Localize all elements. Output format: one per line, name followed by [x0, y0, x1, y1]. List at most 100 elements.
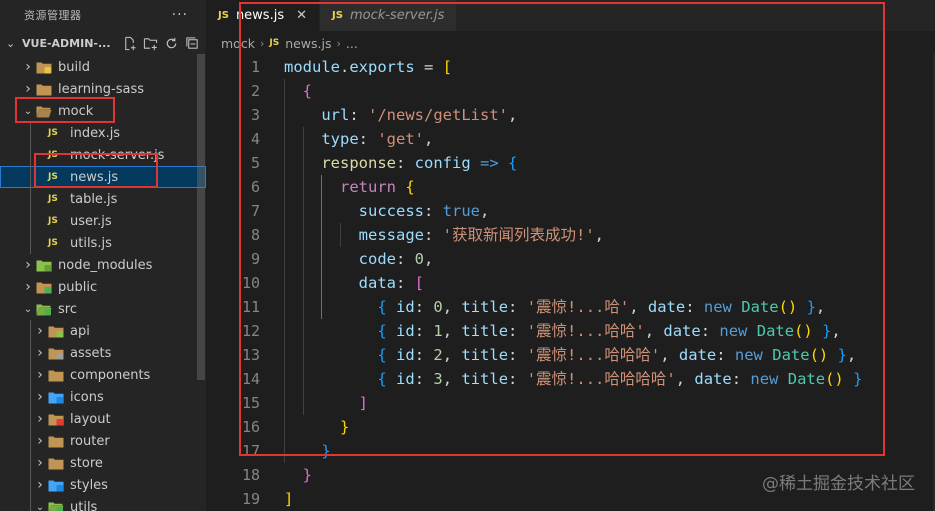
tree-item-label: utils	[70, 499, 98, 511]
code-token: ,	[831, 322, 841, 340]
chevron-down-icon: ⌄	[23, 303, 33, 315]
close-icon[interactable]: ✕	[296, 8, 307, 23]
folder-item-build[interactable]: › build	[0, 56, 206, 78]
folder-item-src[interactable]: ⌄ src	[0, 298, 206, 320]
code-line: response: config => {	[284, 151, 517, 175]
folder-item-learning-sass[interactable]: › learning-sass	[0, 78, 206, 100]
code-token: '震惊!...哈哈'	[526, 322, 645, 340]
code-token: id	[396, 298, 415, 316]
more-actions-icon[interactable]: ···	[172, 7, 188, 23]
js-file-icon: JS	[48, 150, 58, 160]
code-token: type	[321, 130, 359, 148]
breadcrumb-folder[interactable]: mock	[221, 36, 255, 51]
line-number: 13	[241, 346, 260, 364]
code-token: 0	[414, 250, 424, 268]
new-folder-icon[interactable]	[140, 35, 160, 51]
tree-item-label: router	[70, 433, 110, 449]
file-tree: › build › learning-sass ⌄ mock JS index.js JS moc…	[0, 56, 206, 511]
code-line: { id: 1, title: '震惊!...哈哈', date: new Da…	[284, 319, 841, 343]
code-token: ,	[442, 322, 462, 340]
code-token: Date	[772, 346, 810, 364]
chevron-right-icon: ›	[25, 257, 31, 273]
js-file-icon: JS	[332, 10, 343, 21]
code-line: message: '获取新闻列表成功!',	[284, 223, 604, 247]
tree-item-label: src	[58, 301, 77, 317]
tree-item-label: build	[58, 59, 90, 75]
folder-item-mock[interactable]: ⌄ mock	[0, 100, 206, 122]
sidebar-scrollbar[interactable]	[197, 54, 205, 380]
code-token: {	[508, 154, 518, 172]
indent-guide	[340, 223, 342, 247]
line-number: 14	[241, 370, 260, 388]
code-token: :	[349, 106, 368, 124]
code-token: :	[395, 250, 415, 268]
code-editor[interactable]: 1 module.exports = [2 {3 url: '/news/getL…	[206, 53, 935, 511]
code-line: type: 'get',	[284, 127, 433, 151]
chevron-right-icon: ›	[259, 36, 265, 50]
code-token: ,	[442, 346, 462, 364]
chevron-down-icon: ⌄	[35, 501, 45, 511]
code-token: new	[750, 370, 779, 388]
folder-item-public[interactable]: › public	[0, 276, 206, 298]
tree-item-label: user.js	[70, 213, 112, 229]
new-file-icon[interactable]	[119, 35, 139, 51]
tab-mock-server-js[interactable]: JS mock-server.js	[320, 0, 458, 31]
code-token: 3	[433, 370, 443, 388]
code-token: }	[340, 418, 350, 436]
code-token: ()	[825, 370, 844, 388]
code-token: title	[461, 346, 509, 364]
code-token: :	[508, 346, 527, 364]
line-number: 7	[250, 202, 260, 220]
code-token: 2	[433, 346, 443, 364]
code-line: module.exports = [	[284, 55, 452, 79]
project-root-row[interactable]: ⌄ VUE-ADMIN-...	[0, 30, 206, 56]
refresh-icon[interactable]	[161, 35, 181, 51]
folder-build-icon	[36, 59, 54, 75]
tree-item-label: styles	[70, 477, 108, 493]
folder-open-icon	[36, 103, 54, 119]
code-token: new	[703, 298, 732, 316]
chevron-right-icon: ›	[37, 455, 43, 471]
folder-item-node-modules[interactable]: › node_modules	[0, 254, 206, 276]
code-token: =	[414, 58, 443, 76]
code-token: 0	[433, 298, 443, 316]
code-token: ,	[442, 370, 462, 388]
code-line: {	[284, 79, 312, 103]
indent-guide	[302, 127, 304, 415]
code-token: new	[719, 322, 748, 340]
code-line: ]	[284, 487, 293, 511]
folder-icon	[36, 81, 54, 97]
line-number: 3	[250, 106, 260, 124]
tab-news-js[interactable]: JS news.js ✕	[206, 0, 321, 31]
code-line: ]	[284, 391, 368, 415]
code-token: :	[700, 322, 720, 340]
code-token: code	[358, 250, 396, 268]
tree-item-label: index.js	[70, 125, 121, 141]
code-token: ,	[629, 298, 648, 316]
code-token: Date	[787, 370, 826, 388]
tree-item-label: store	[70, 455, 103, 471]
chevron-right-icon: ›	[37, 389, 43, 405]
js-file-icon: JS	[48, 172, 58, 182]
code-token: :	[414, 298, 434, 316]
breadcrumb-file[interactable]: news.js	[285, 36, 331, 51]
chevron-down-icon: ⌄	[23, 105, 33, 117]
code-token: ]	[284, 490, 294, 508]
tree-item-label: learning-sass	[58, 81, 145, 97]
line-number: 19	[241, 490, 260, 508]
tree-item-label: assets	[70, 345, 112, 361]
chevron-right-icon: ›	[37, 367, 43, 383]
code-token: ,	[479, 202, 490, 220]
collapse-all-icon[interactable]	[182, 35, 202, 51]
watermark: @稀土掘金技术社区	[762, 474, 915, 494]
code-line: { id: 2, title: '震惊!...哈哈哈', date: new D…	[284, 343, 856, 367]
breadcrumb-symbol[interactable]: ...	[346, 36, 358, 51]
